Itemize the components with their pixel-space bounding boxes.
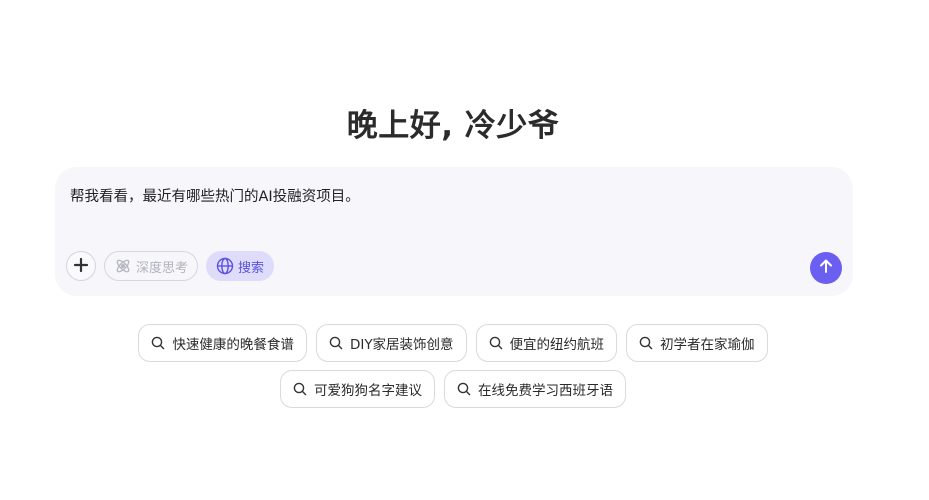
composer-toolbar: 深度思考 搜索 bbox=[66, 251, 275, 281]
arrow-up-icon bbox=[818, 258, 834, 278]
suggestion-chip[interactable]: 初学者在家瑜伽 bbox=[626, 324, 768, 362]
suggestion-row: 可爱狗狗名字建议 在线免费学习西班牙语 bbox=[0, 370, 906, 408]
deep-think-toggle[interactable]: 深度思考 bbox=[104, 251, 199, 281]
search-icon bbox=[489, 336, 503, 350]
prompt-input[interactable]: 帮我看看，最近有哪些热门的AI投融资项目。 bbox=[70, 185, 360, 206]
suggestion-label: 便宜的纽约航班 bbox=[509, 337, 605, 353]
search-icon bbox=[293, 382, 307, 396]
search-icon bbox=[639, 336, 653, 350]
greeting-title: 晚上好, 冷少爷 bbox=[346, 108, 560, 144]
add-attachment-button[interactable] bbox=[66, 251, 96, 281]
suggestion-label: 在线免费学习西班牙语 bbox=[478, 383, 613, 399]
suggestion-chip[interactable]: 快速健康的晚餐食谱 bbox=[138, 324, 307, 362]
search-icon bbox=[329, 336, 343, 350]
atom-icon bbox=[114, 257, 132, 275]
globe-icon bbox=[216, 257, 234, 275]
search-label: 搜索 bbox=[238, 260, 265, 276]
suggestion-chip[interactable]: 可爱狗狗名字建议 bbox=[280, 370, 435, 408]
page: 晚上好, 冷少爷 帮我看看，最近有哪些热门的AI投融资项目。 深度思考 搜索 快… bbox=[0, 0, 929, 500]
suggestion-chip[interactable]: 在线免费学习西班牙语 bbox=[444, 370, 626, 408]
deep-think-label: 深度思考 bbox=[136, 260, 189, 276]
plus-icon bbox=[73, 254, 89, 279]
suggestion-label: 可爱狗狗名字建议 bbox=[314, 383, 422, 399]
chat-composer[interactable]: 帮我看看，最近有哪些热门的AI投融资项目。 深度思考 搜索 bbox=[55, 167, 853, 296]
suggestion-label: 快速健康的晚餐食谱 bbox=[172, 337, 294, 353]
suggestion-chip[interactable]: DIY家居装饰创意 bbox=[315, 324, 467, 362]
suggestion-label: DIY家居装饰创意 bbox=[349, 337, 454, 353]
send-button[interactable] bbox=[810, 252, 842, 284]
suggestion-chip[interactable]: 便宜的纽约航班 bbox=[475, 324, 618, 362]
search-icon bbox=[151, 336, 165, 350]
suggestion-row: 快速健康的晚餐食谱 DIY家居装饰创意 便宜的纽约航班 初学者在家瑜伽 bbox=[0, 324, 906, 362]
suggestion-label: 初学者在家瑜伽 bbox=[660, 337, 755, 353]
search-icon bbox=[457, 382, 471, 396]
web-search-toggle[interactable]: 搜索 bbox=[206, 251, 275, 281]
